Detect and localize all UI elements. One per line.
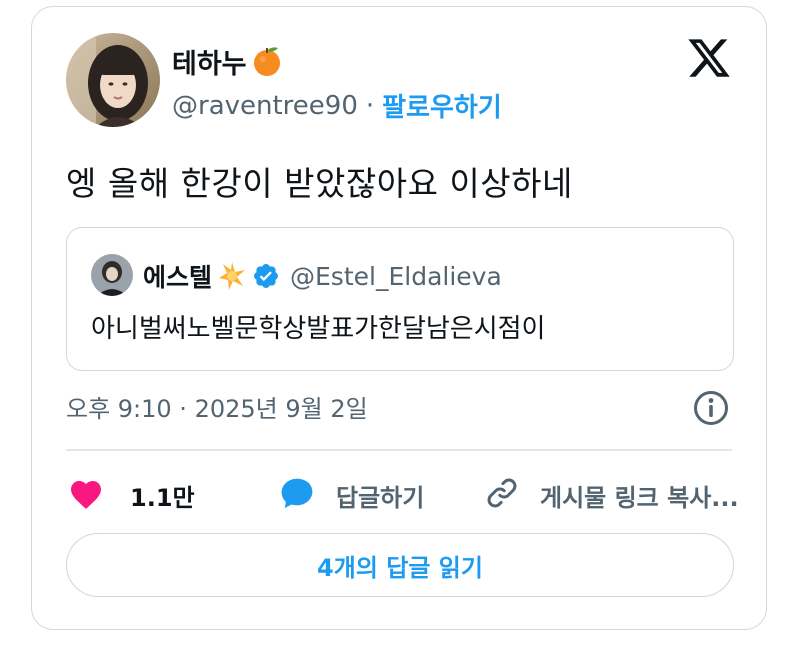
- copy-link-label: 게시물 링크 복사...: [540, 483, 739, 512]
- quoted-header: 에스텔 @Estel_Eldalieva: [143, 256, 502, 296]
- follow-button[interactable]: 팔로우하기: [382, 87, 502, 124]
- link-icon: [484, 475, 520, 515]
- tweet-embed-card: 테하누 @raventree90 · 팔로우하기 엥 올해 한강이 받았잖아요 …: [31, 6, 767, 630]
- author-handle-row: @raventree90 · 팔로우하기: [172, 87, 502, 124]
- tweet-text: 엥 올해 한강이 받았잖아요 이상하네: [66, 164, 573, 203]
- info-icon[interactable]: [692, 389, 730, 427]
- x-logo-icon[interactable]: [686, 35, 732, 81]
- reply-label: 답글하기: [336, 483, 425, 512]
- tweet-timestamp[interactable]: 오후 9:10 · 2025년 9월 2일: [66, 389, 368, 424]
- verified-badge-icon: [252, 262, 280, 290]
- copy-link-button[interactable]: 게시물 링크 복사...: [484, 473, 739, 517]
- like-count: 1.1만: [130, 483, 195, 512]
- action-bar: 1.1만 답글하기 게시물 링크 복사...: [66, 473, 739, 517]
- heart-icon: [68, 476, 104, 514]
- separator-dot: ·: [365, 90, 375, 121]
- quoted-tweet[interactable]: 에스텔 @Estel_Eldalieva 아니벌써노벨문학상발표가한달남은시점이: [66, 227, 734, 371]
- reply-button[interactable]: 답글하기: [278, 473, 424, 517]
- divider: [66, 449, 732, 451]
- quoted-display-name[interactable]: 에스텔: [143, 258, 212, 294]
- orange-emoji-icon: [251, 45, 283, 77]
- author-handle[interactable]: @raventree90: [172, 91, 358, 121]
- quoted-handle[interactable]: @Estel_Eldalieva: [290, 262, 502, 291]
- like-button[interactable]: 1.1만: [68, 473, 195, 517]
- author-avatar[interactable]: [66, 33, 160, 127]
- author-display-name[interactable]: 테하누: [172, 42, 247, 81]
- quoted-tweet-text: 아니벌써노벨문학상발표가한달남은시점이: [91, 314, 546, 344]
- sparkle-star-emoji-icon: [216, 260, 248, 292]
- read-replies-button[interactable]: 4개의 답글 읽기: [66, 533, 734, 597]
- reply-bubble-icon: [278, 475, 316, 515]
- quoted-author-avatar[interactable]: [91, 254, 133, 296]
- author-name-row[interactable]: 테하누: [172, 42, 283, 81]
